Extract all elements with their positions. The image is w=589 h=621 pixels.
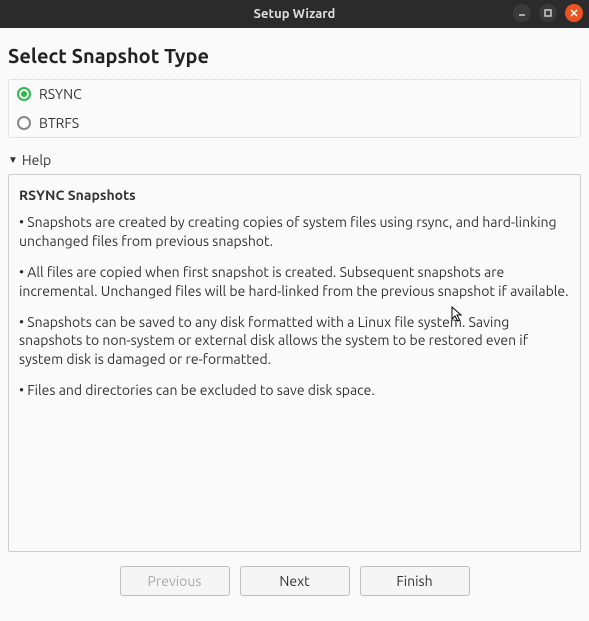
content-area: Select Snapshot Type RSYNC BTRFS ▼ Help … [0,28,589,552]
help-paragraph: • Snapshots are created by creating copi… [19,213,570,251]
help-paragraph: • Files and directories can be excluded … [19,381,570,400]
window-controls [513,4,583,22]
maximize-icon [543,8,553,18]
window-title: Setup Wizard [254,7,336,21]
wizard-footer: Previous Next Finish [0,552,589,610]
snapshot-type-group: RSYNC BTRFS [8,79,581,138]
help-title: RSYNC Snapshots [19,187,570,203]
radio-btrfs[interactable]: BTRFS [9,108,580,137]
help-toggle-label: Help [22,152,51,168]
finish-button[interactable]: Finish [360,566,470,596]
radio-rsync[interactable]: RSYNC [9,80,580,108]
close-button[interactable] [565,4,583,22]
radio-rsync-label: RSYNC [39,86,82,102]
previous-button[interactable]: Previous [120,566,230,596]
radio-icon [17,87,31,101]
next-button[interactable]: Next [240,566,350,596]
page-title: Select Snapshot Type [8,44,581,67]
radio-icon [17,116,31,130]
minimize-icon [517,8,527,18]
help-toggle[interactable]: ▼ Help [8,152,581,168]
maximize-button[interactable] [539,4,557,22]
titlebar: Setup Wizard [0,0,589,28]
help-panel: RSYNC Snapshots • Snapshots are created … [8,174,581,552]
help-paragraph: • All files are copied when first snapsh… [19,263,570,301]
minimize-button[interactable] [513,4,531,22]
help-paragraph: • Snapshots can be saved to any disk for… [19,313,570,370]
radio-btrfs-label: BTRFS [39,115,79,131]
close-icon [569,8,579,18]
chevron-down-icon: ▼ [8,154,18,166]
